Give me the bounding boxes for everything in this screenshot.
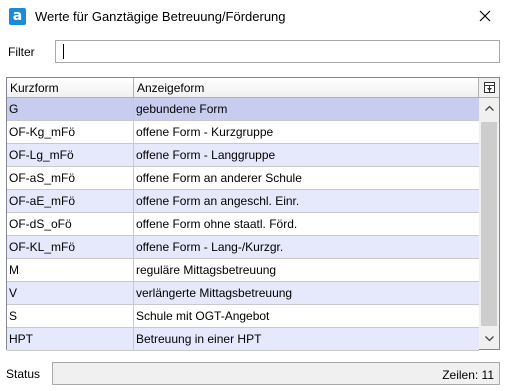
cell-anzeigeform[interactable]: offene Form - Langgruppe	[134, 144, 479, 166]
cell-kurzform[interactable]: G	[7, 98, 134, 120]
table-row[interactable]: S Schule mit OGT-Angebot	[7, 305, 479, 328]
table-row[interactable]: OF-Lg_mFö offene Form - Langgruppe	[7, 144, 479, 167]
cell-kurzform[interactable]: V	[7, 282, 134, 304]
filter-row: Filter	[0, 40, 505, 64]
cell-anzeigeform[interactable]: gebundene Form	[134, 98, 479, 120]
cell-anzeigeform[interactable]: Betreuung in einer HPT	[134, 328, 479, 350]
window-title: Werte für Ganztägige Betreuung/Förderung	[35, 9, 286, 24]
cell-kurzform[interactable]: OF-KL_mFö	[7, 236, 134, 258]
cell-anzeigeform[interactable]: reguläre Mittagsbetreuung	[134, 259, 479, 281]
chevron-down-icon	[484, 336, 494, 342]
status-field: Zeilen: 11	[52, 362, 500, 385]
close-button[interactable]	[470, 3, 500, 29]
cell-anzeigeform[interactable]: Schule mit OGT-Angebot	[134, 305, 479, 327]
cell-kurzform[interactable]: HPT	[7, 328, 134, 350]
cell-kurzform[interactable]: M	[7, 259, 134, 281]
status-label: Status	[6, 367, 41, 381]
scrollbar-thumb[interactable]	[481, 122, 497, 326]
title-bar: a Werte für Ganztägige Betreuung/Förderu…	[0, 0, 505, 34]
table-row[interactable]: Ggebundene Form	[7, 98, 479, 121]
row-count: Zeilen: 11	[442, 368, 494, 382]
cell-kurzform[interactable]: OF-aS_mFö	[7, 167, 134, 189]
table-body: Ggebundene Form OF-Kg_mFö offene Form - Ku…	[7, 98, 479, 351]
scroll-down-button[interactable]	[479, 329, 499, 349]
column-chooser-icon	[483, 82, 495, 93]
filter-input[interactable]	[55, 40, 500, 63]
cell-anzeigeform[interactable]: offene Form - Lang-/Kurzgr.	[134, 236, 479, 258]
cell-kurzform[interactable]: OF-dS_oFö	[7, 213, 134, 235]
table-header: Kurzform Anzeigeform	[7, 78, 499, 98]
status-bar: Status Zeilen: 11	[0, 362, 505, 386]
vertical-scrollbar[interactable]	[479, 98, 499, 349]
table-row[interactable]: OF-aE_mFö offene Form an angeschl. Einr.	[7, 190, 479, 213]
app-logo-icon: a	[9, 8, 26, 25]
cell-kurzform[interactable]: OF-aE_mFö	[7, 190, 134, 212]
cell-kurzform[interactable]: S	[7, 305, 134, 327]
close-icon	[479, 10, 491, 22]
column-chooser-button[interactable]	[479, 78, 499, 98]
table-row[interactable]: OF-dS_oFö offene Form ohne staatl. Förd.	[7, 213, 479, 236]
column-header-kurzform[interactable]: Kurzform	[7, 78, 134, 98]
table-row[interactable]: Vverlängerte Mittagsbetreuung	[7, 282, 479, 305]
scroll-up-button[interactable]	[479, 98, 499, 118]
cell-anzeigeform[interactable]: offene Form an angeschl. Einr.	[134, 190, 479, 212]
text-caret	[63, 44, 64, 59]
table-row[interactable]: OF-Kg_mFö offene Form - Kurzgruppe	[7, 121, 479, 144]
chevron-up-icon	[484, 105, 494, 111]
cell-anzeigeform[interactable]: offene Form ohne staatl. Förd.	[134, 213, 479, 235]
filter-label: Filter	[8, 45, 35, 59]
table-row[interactable]: HPT Betreuung in einer HPT	[7, 328, 479, 351]
cell-kurzform[interactable]: OF-Lg_mFö	[7, 144, 134, 166]
table-row[interactable]: OF-KL_mFö offene Form - Lang-/Kurzgr.	[7, 236, 479, 259]
column-header-anzeigeform[interactable]: Anzeigeform	[134, 78, 479, 98]
cell-kurzform[interactable]: OF-Kg_mFö	[7, 121, 134, 143]
table-row[interactable]: OF-aS_mFö offene Form an anderer Schule	[7, 167, 479, 190]
cell-anzeigeform[interactable]: offene Form an anderer Schule	[134, 167, 479, 189]
cell-anzeigeform[interactable]: verlängerte Mittagsbetreuung	[134, 282, 479, 304]
table-row[interactable]: Mreguläre Mittagsbetreuung	[7, 259, 479, 282]
values-table: Kurzform Anzeigeform Ggebundene Form OF-K…	[6, 77, 500, 351]
cell-anzeigeform[interactable]: offene Form - Kurzgruppe	[134, 121, 479, 143]
